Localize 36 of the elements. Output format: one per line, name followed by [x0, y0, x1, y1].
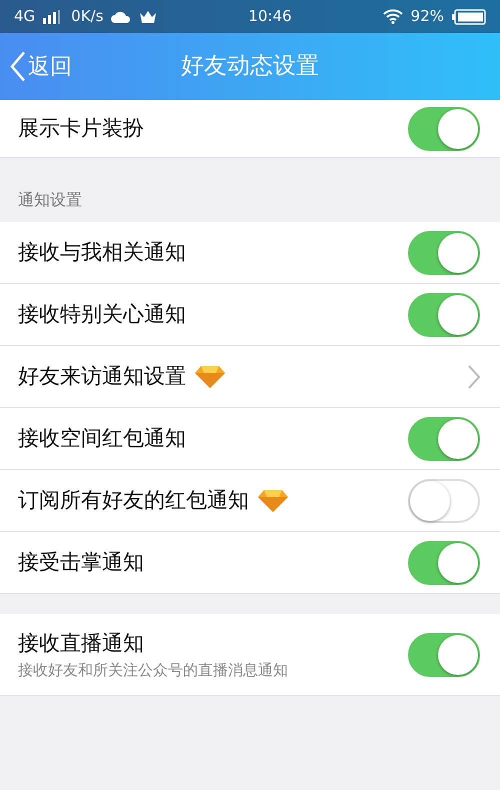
setting-label: 展示卡片装扮	[18, 114, 144, 142]
battery-percent: 92%	[410, 6, 444, 28]
wifi-icon	[382, 9, 403, 24]
chevron-right-icon	[468, 364, 480, 388]
toggle-switch[interactable]	[408, 416, 480, 460]
settings-row[interactable]: 好友来访通知设置	[0, 346, 500, 408]
settings-row[interactable]: 接收空间红包通知	[0, 408, 500, 470]
setting-label: 订阅所有好友的红包通知	[18, 486, 249, 514]
cloud-icon	[111, 10, 132, 23]
setting-description: 接收好友和所关注公众号的直播消息通知	[18, 660, 288, 681]
setting-label: 接收直播通知	[18, 630, 144, 656]
toggle-switch[interactable]	[408, 106, 480, 150]
section-header: 通知设置	[18, 189, 82, 211]
network-label: 4G	[14, 6, 36, 28]
settings-row[interactable]: 展示卡片装扮	[0, 100, 500, 158]
settings-row[interactable]: 接收特别关心通知	[0, 284, 500, 346]
toggle-switch[interactable]	[408, 478, 480, 522]
setting-label: 好友来访通知设置	[18, 362, 186, 390]
settings-row[interactable]: 接收直播通知 接收好友和所关注公众号的直播消息通知	[0, 614, 500, 696]
crown-icon	[139, 10, 158, 23]
setting-label: 接收空间红包通知	[18, 424, 186, 452]
setting-label: 接受击掌通知	[18, 548, 144, 576]
toggle-switch[interactable]	[408, 540, 480, 584]
setting-label: 接收与我相关通知	[18, 238, 186, 266]
setting-label: 接收特别关心通知	[18, 300, 186, 328]
clock: 10:46	[248, 6, 292, 28]
settings-row[interactable]: 接受击掌通知	[0, 532, 500, 594]
network-speed: 0K/s	[71, 6, 104, 28]
toggle-switch[interactable]	[408, 230, 480, 274]
back-chevron-icon	[10, 52, 26, 82]
settings-row[interactable]: 接收与我相关通知	[0, 222, 500, 284]
page-title: 好友动态设置	[181, 52, 319, 82]
battery-icon	[452, 8, 486, 24]
toggle-switch[interactable]	[408, 292, 480, 336]
settings-row[interactable]: 订阅所有好友的红包通知	[0, 470, 500, 532]
toggle-switch[interactable]	[408, 632, 480, 676]
